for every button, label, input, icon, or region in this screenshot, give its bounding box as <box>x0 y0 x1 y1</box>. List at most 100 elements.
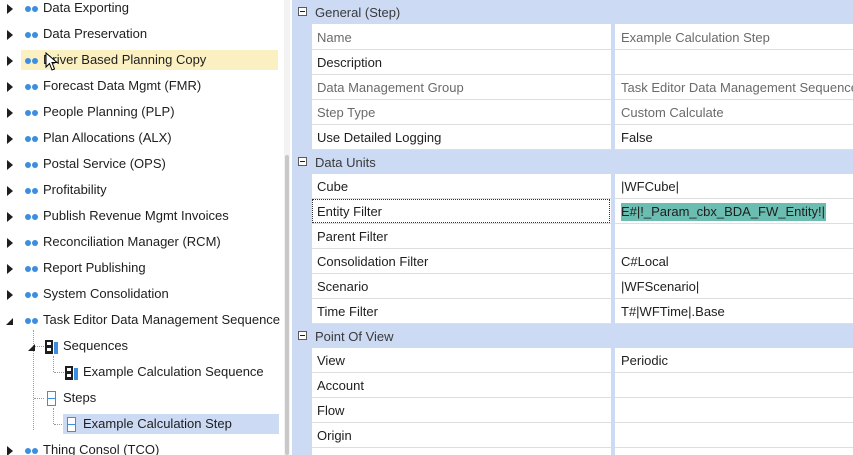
group-dots-icon <box>25 6 39 12</box>
tree-item-label: Thing Consol (TCO) <box>43 442 160 455</box>
tree-item-label: Publish Revenue Mgmt Invoices <box>43 208 229 223</box>
property-row-flow[interactable]: Flow <box>312 398 853 423</box>
tree-item-data-preservation[interactable]: Data Preservation <box>0 23 284 47</box>
grid-gutter <box>292 0 312 455</box>
property-value[interactable]: Example Calculation Step <box>621 30 770 45</box>
tree-item-label: Profitability <box>43 182 107 197</box>
property-name: Consolidation Filter <box>317 254 429 269</box>
tree-item-report-publishing[interactable]: Report Publishing <box>0 257 284 281</box>
property-row-name[interactable]: Name Example Calculation Step <box>312 25 853 50</box>
expand-arrow-icon[interactable] <box>7 160 13 170</box>
property-row-origin[interactable]: Origin <box>312 423 853 448</box>
step-icon <box>47 391 56 406</box>
tree-item-postal-service[interactable]: Postal Service (OPS) <box>0 153 284 177</box>
property-value[interactable]: Periodic <box>621 353 668 368</box>
mouse-pointer-icon <box>45 52 59 71</box>
expand-arrow-icon[interactable] <box>7 446 13 455</box>
category-general-step[interactable]: General (Step) <box>292 0 853 24</box>
tree-item-plan-allocations[interactable]: Plan Allocations (ALX) <box>0 127 284 151</box>
collapse-box-icon[interactable] <box>298 7 307 16</box>
tree-item-example-calculation-sequence[interactable]: Example Calculation Sequence <box>0 361 284 385</box>
tree-item-label: System Consolidation <box>43 286 169 301</box>
tree-item-sequences[interactable]: Sequences <box>0 335 284 359</box>
tree-item-label: Task Editor Data Management Sequence <box>43 312 281 327</box>
property-row-scenario[interactable]: Scenario |WFScenario| <box>312 274 853 299</box>
tree-item-example-calculation-step[interactable]: Example Calculation Step <box>0 413 284 437</box>
collapse-arrow-icon[interactable] <box>6 318 13 325</box>
property-value[interactable]: Task Editor Data Management Sequence <box>621 80 853 95</box>
property-name: Origin <box>317 428 352 443</box>
tree-panel: Data Exporting Data Preservation Driver … <box>0 0 284 455</box>
tree-scrollbar-thumb[interactable] <box>285 155 289 455</box>
column-splitter[interactable] <box>611 0 615 455</box>
property-row-step-type[interactable]: Step Type Custom Calculate <box>312 100 853 125</box>
property-row-description[interactable]: Description <box>312 50 853 75</box>
property-row-consolidation-filter[interactable]: Consolidation Filter C#Local <box>312 249 853 274</box>
sequence-icon <box>65 366 78 380</box>
property-value[interactable]: False <box>621 130 653 145</box>
group-dots-icon <box>25 292 39 298</box>
tree-item-label: People Planning (PLP) <box>43 104 175 119</box>
tree-item-label: Steps <box>63 390 97 405</box>
collapse-box-icon[interactable] <box>298 157 307 166</box>
category-point-of-view[interactable]: Point Of View <box>292 324 853 348</box>
category-data-units[interactable]: Data Units <box>292 150 853 174</box>
tree-item-thing-consol[interactable]: Thing Consol (TCO) <box>0 439 284 455</box>
group-dots-icon <box>25 58 39 64</box>
property-name: Data Management Group <box>317 80 464 95</box>
property-name: Use Detailed Logging <box>317 130 442 145</box>
expand-arrow-icon[interactable] <box>7 56 13 66</box>
property-value[interactable]: C#Local <box>621 254 669 269</box>
property-value[interactable]: |WFScenario| <box>621 279 699 294</box>
property-name: Account <box>317 378 364 393</box>
tree-item-profitability[interactable]: Profitability <box>0 179 284 203</box>
expand-arrow-icon[interactable] <box>7 238 13 248</box>
expand-arrow-icon[interactable] <box>7 30 13 40</box>
tree-item-label: Driver Based Planning Copy <box>21 50 279 70</box>
property-value[interactable]: |WFCube| <box>621 179 679 194</box>
property-row-parent-filter[interactable]: Parent Filter <box>312 224 853 249</box>
group-dots-icon <box>25 110 39 116</box>
group-dots-icon <box>25 266 39 272</box>
property-name: View <box>317 353 345 368</box>
group-dots-icon <box>25 84 39 90</box>
collapse-box-icon[interactable] <box>298 331 307 340</box>
property-grid: General (Step) Name Example Calculation … <box>292 0 853 455</box>
property-value[interactable]: T#|WFTime|.Base <box>621 304 725 319</box>
tree-item-people-planning[interactable]: People Planning (PLP) <box>0 101 284 125</box>
property-row-entity-filter[interactable]: Entity Filter E#|!_Param_cbx_BDA_FW_Enti… <box>312 199 853 224</box>
tree-item-task-editor-sequence[interactable]: Task Editor Data Management Sequence <box>0 309 284 333</box>
tree-item-label: Reconciliation Manager (RCM) <box>43 234 221 249</box>
property-name: Parent Filter <box>317 229 388 244</box>
property-value[interactable]: Custom Calculate <box>621 105 724 120</box>
property-value-editor[interactable]: E#|!_Param_cbx_BDA_FW_Entity!| <box>621 203 827 221</box>
property-row-cube[interactable]: Cube |WFCube| <box>312 174 853 199</box>
tree-item-system-consolidation[interactable]: System Consolidation <box>0 283 284 307</box>
expand-arrow-icon[interactable] <box>7 186 13 196</box>
expand-arrow-icon[interactable] <box>7 290 13 300</box>
property-row-account[interactable]: Account <box>312 373 853 398</box>
expand-arrow-icon[interactable] <box>7 82 13 92</box>
group-dots-icon <box>25 318 39 324</box>
expand-arrow-icon[interactable] <box>7 264 13 274</box>
expand-arrow-icon[interactable] <box>7 134 13 144</box>
tree-item-data-exporting[interactable]: Data Exporting <box>0 0 284 21</box>
tree-item-publish-revenue[interactable]: Publish Revenue Mgmt Invoices <box>0 205 284 229</box>
property-name: Flow <box>317 403 345 418</box>
expand-arrow-icon[interactable] <box>7 212 13 222</box>
property-row-use-detailed-logging[interactable]: Use Detailed Logging False <box>312 125 853 150</box>
tree-item-reconciliation-manager[interactable]: Reconciliation Manager (RCM) <box>0 231 284 255</box>
expand-arrow-icon[interactable] <box>7 108 13 118</box>
property-row-time-filter[interactable]: Time Filter T#|WFTime|.Base <box>312 299 853 324</box>
tree-scrollbar[interactable] <box>284 0 290 455</box>
expand-arrow-icon[interactable] <box>7 4 13 14</box>
tree-item-forecast-data-mgmt[interactable]: Forecast Data Mgmt (FMR) <box>0 75 284 99</box>
category-label: Data Units <box>315 155 376 170</box>
property-row-data-management-group[interactable]: Data Management Group Task Editor Data M… <box>312 75 853 100</box>
collapse-arrow-icon[interactable] <box>28 344 35 351</box>
category-label: General (Step) <box>315 5 401 20</box>
tree-item-steps[interactable]: Steps <box>0 387 284 411</box>
property-row-view[interactable]: View Periodic <box>312 348 853 373</box>
selected-value-text[interactable]: E#|!_Param_cbx_BDA_FW_Entity!| <box>621 203 827 221</box>
tree-item-driver-based-planning-copy[interactable]: Driver Based Planning Copy <box>0 49 284 73</box>
